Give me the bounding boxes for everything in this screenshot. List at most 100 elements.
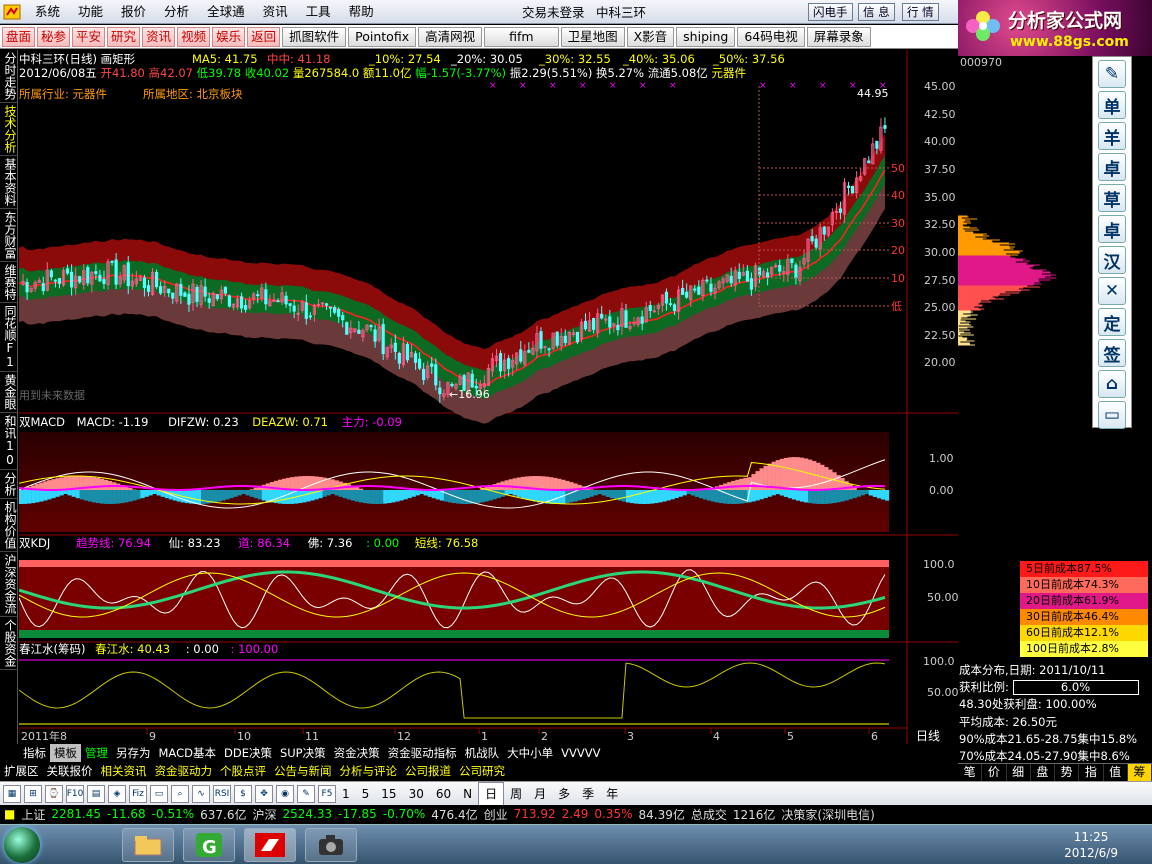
menu-analysis[interactable]: 分析 [155, 0, 198, 24]
right-tab-2[interactable]: 细 [1007, 764, 1031, 781]
indicator-tab-0[interactable]: 指标 [19, 744, 50, 762]
period-button-3[interactable]: 30 [403, 783, 430, 805]
tab-fundamentals[interactable]: 基本资料 [0, 156, 18, 209]
link-6[interactable]: 分析与评论 [336, 762, 402, 780]
drawing-tool-1[interactable]: 单 [1098, 91, 1126, 119]
dollar-icon[interactable]: $ [234, 785, 252, 803]
back-button[interactable]: 返回 [247, 27, 280, 47]
move-icon[interactable]: ✥ [255, 785, 273, 803]
menu-global[interactable]: 全球通 [198, 0, 254, 24]
tv64-button[interactable]: 64码电视 [737, 27, 804, 47]
drawing-tool-4[interactable]: 草 [1098, 184, 1126, 212]
indicator-tab-9[interactable]: 机战队 [461, 744, 504, 762]
system-clock[interactable]: 11:25 2012/6/9 [1064, 829, 1118, 861]
link-3[interactable]: 资金驱动力 [151, 762, 217, 780]
flash-trade-button[interactable]: 闪电手 [808, 3, 853, 21]
fig-icon[interactable]: ▤ [87, 785, 105, 803]
menu-news[interactable]: 资讯 [254, 0, 297, 24]
menu-system[interactable]: 系统 [26, 0, 69, 24]
minute-icon[interactable]: ⌚ [45, 785, 63, 803]
news-button[interactable]: 资讯 [142, 27, 175, 47]
x-player-button[interactable]: X影音 [627, 27, 675, 47]
f10-icon[interactable]: F10 [66, 785, 84, 803]
tab-institution[interactable]: 机构价值 [0, 499, 18, 552]
link-5[interactable]: 公告与新闻 [270, 762, 336, 780]
menu-tools[interactable]: 工具 [297, 0, 340, 24]
period-button-1[interactable]: 5 [356, 783, 376, 805]
drawing-tool-9[interactable]: 签 [1098, 339, 1126, 367]
fiz-icon[interactable]: Fiz [129, 785, 147, 803]
explorer-taskbar-icon[interactable] [122, 828, 174, 862]
shiping-button[interactable]: shiping [676, 27, 735, 47]
tab-intraday[interactable]: 分时走势 [0, 50, 18, 103]
indicator-tab-6[interactable]: SUP决策 [276, 744, 330, 762]
rsi-icon[interactable]: RSI [213, 785, 231, 803]
right-tab-3[interactable]: 盘 [1031, 764, 1055, 781]
period-button-11[interactable]: 年 [600, 783, 624, 805]
secret-button[interactable]: 秘参 [37, 27, 70, 47]
period-button-2[interactable]: 15 [375, 783, 402, 805]
search-icon[interactable]: ⌕ [171, 785, 189, 803]
screen-record-button[interactable]: 屏幕录象 [807, 27, 871, 47]
right-tab-0[interactable]: 笔 [958, 764, 982, 781]
tab-wisdom[interactable]: 维赛特 [0, 262, 18, 303]
period-button-8[interactable]: 月 [528, 783, 552, 805]
tab-technical[interactable]: 技术分析 [0, 103, 18, 156]
drawing-tool-10[interactable]: ⌂ [1098, 370, 1126, 398]
eye-icon[interactable]: ◉ [276, 785, 294, 803]
indicator-tab-7[interactable]: 资金决策 [330, 744, 384, 762]
tab-golden-eye[interactable]: 黄金眼 [0, 372, 18, 413]
right-tab-7[interactable]: 筹 [1128, 764, 1152, 781]
panel-button[interactable]: 盘面 [2, 27, 35, 47]
link-4[interactable]: 个股点评 [216, 762, 270, 780]
research-button[interactable]: 研究 [107, 27, 140, 47]
kline-chart[interactable]: × × × × × × × × × × × × 45.00 42.50 40.00 37.50 35.… [19, 50, 958, 744]
drawing-tool-6[interactable]: 汉 [1098, 246, 1126, 274]
trend-icon[interactable]: ∿ [192, 785, 210, 803]
drawing-tool-8[interactable]: 定 [1098, 308, 1126, 336]
indicator-tab-4[interactable]: MACD基本 [155, 744, 220, 762]
drawing-tool-5[interactable]: 卓 [1098, 215, 1126, 243]
indicator-tab-3[interactable]: 另存为 [112, 744, 155, 762]
drawing-tool-11[interactable]: ▭ [1098, 401, 1126, 429]
info-button[interactable]: 信 息 [858, 3, 895, 21]
chart-icon[interactable]: ▦ [3, 785, 21, 803]
drawing-tool-0[interactable]: ✎ [1098, 60, 1126, 88]
tab-analysis[interactable]: 分析 [0, 470, 18, 499]
pingan-button[interactable]: 平安 [72, 27, 105, 47]
link-2[interactable]: 相关资讯 [97, 762, 151, 780]
link-0[interactable]: 扩展区 [0, 762, 43, 780]
right-tab-4[interactable]: 势 [1055, 764, 1079, 781]
period-button-10[interactable]: 季 [576, 783, 600, 805]
indicator-tab-8[interactable]: 资金驱动指标 [384, 744, 461, 762]
right-tab-6[interactable]: 值 [1104, 764, 1128, 781]
satellite-map-button[interactable]: 卫星地图 [561, 27, 625, 47]
stock-app-taskbar-icon[interactable] [244, 828, 296, 862]
drawing-tool-2[interactable]: 羊 [1098, 122, 1126, 150]
video-button[interactable]: 视频 [177, 27, 210, 47]
right-tab-1[interactable]: 价 [982, 764, 1006, 781]
indicator-tab-1[interactable]: 模板 [50, 744, 81, 762]
menu-help[interactable]: 帮助 [340, 0, 383, 24]
period-button-6[interactable]: 日 [478, 782, 504, 806]
period-button-7[interactable]: 周 [504, 783, 528, 805]
capture-software-button[interactable]: 抓图软件 [282, 27, 346, 47]
link-7[interactable]: 公司报道 [401, 762, 455, 780]
fund-icon[interactable]: ◈ [108, 785, 126, 803]
entertainment-button[interactable]: 娱乐 [212, 27, 245, 47]
hd-tv-button[interactable]: 高清网视 [418, 27, 482, 47]
tab-fund-flow[interactable]: 沪深资金流 [0, 552, 18, 617]
link-1[interactable]: 关联报价 [43, 762, 97, 780]
indicator-tab-11[interactable]: VVVVV [557, 744, 604, 762]
app-g-taskbar-icon[interactable]: G [183, 828, 235, 862]
market-button[interactable]: 行 情 [902, 3, 939, 21]
right-tab-5[interactable]: 指 [1079, 764, 1103, 781]
menu-quote[interactable]: 报价 [112, 0, 155, 24]
drawing-tool-7[interactable]: ✕ [1098, 277, 1126, 305]
zoom-icon[interactable]: ⊞ [24, 785, 42, 803]
period-button-5[interactable]: N [457, 783, 478, 805]
drawing-tool-3[interactable]: 卓 [1098, 153, 1126, 181]
chart-area[interactable]: × × × × × × × × × × × × 45.00 42.50 40.00 37.50 35.… [19, 50, 958, 744]
pencil-icon[interactable]: ✎ [297, 785, 315, 803]
period-button-9[interactable]: 多 [552, 783, 576, 805]
